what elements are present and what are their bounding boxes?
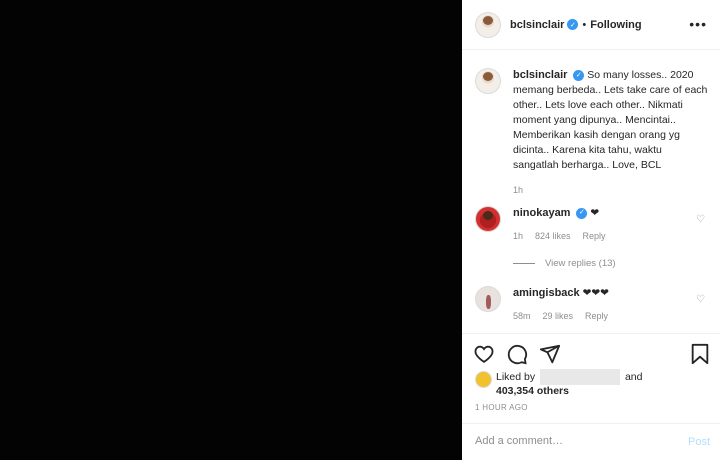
- post-panel: bclsinclair ✓ • Following ••• bclsinclai…: [462, 0, 720, 460]
- liked-by-username-redacted[interactable]: [540, 369, 621, 385]
- caption-username[interactable]: bclsinclair: [513, 69, 567, 81]
- avatar[interactable]: [475, 68, 501, 94]
- heart-icon[interactable]: [473, 343, 495, 365]
- reply-button[interactable]: Reply: [585, 309, 608, 323]
- add-comment-bar: Post: [462, 423, 720, 460]
- posted-time[interactable]: 1 HOUR AGO: [475, 403, 528, 412]
- liked-and-label: and: [624, 370, 643, 383]
- caption-text: So many losses.. 2020 memang berbeda.. L…: [513, 69, 708, 171]
- separator-dot: •: [582, 18, 587, 31]
- following-button[interactable]: Following: [590, 19, 641, 31]
- comment-username[interactable]: amingisback: [513, 287, 580, 299]
- liked-by-label: Liked by: [496, 370, 536, 383]
- comment-like-icon[interactable]: ♡: [696, 294, 706, 305]
- comment-meta: 1h 824 likes Reply: [513, 229, 710, 243]
- post-button[interactable]: Post: [688, 436, 710, 448]
- comment-username[interactable]: ninokayam: [513, 207, 570, 219]
- comment-item: ninokayam ✓ ❤ 1h 824 likes Reply ♡: [475, 206, 710, 243]
- comment-likes[interactable]: 29 likes: [543, 309, 574, 323]
- avatar[interactable]: [475, 286, 501, 312]
- action-bar: Liked by and 403,354 others 1 HOUR AGO: [462, 333, 720, 423]
- verified-icon: ✓: [567, 19, 579, 30]
- caption: bclsinclair ✓ So many losses.. 2020 mema…: [475, 68, 710, 198]
- verified-icon: ✓: [576, 207, 588, 219]
- bookmark-icon[interactable]: [689, 343, 711, 365]
- more-options-icon[interactable]: •••: [689, 17, 707, 31]
- comment-likes[interactable]: 824 likes: [535, 229, 571, 243]
- post-media[interactable]: [0, 0, 462, 460]
- avatar[interactable]: [475, 371, 492, 388]
- comment-input[interactable]: [475, 435, 665, 447]
- post-header: bclsinclair ✓ • Following •••: [462, 0, 720, 50]
- post-username[interactable]: bclsinclair: [510, 19, 564, 31]
- avatar[interactable]: [475, 11, 501, 38]
- avatar[interactable]: [475, 206, 501, 232]
- view-replies-label: View replies (13): [545, 258, 616, 269]
- likes-summary: Liked by and 403,354 others: [475, 369, 696, 398]
- replies-divider: [513, 263, 535, 264]
- comment-meta: 58m 29 likes Reply: [513, 309, 710, 323]
- comment-item: amingisback ❤❤❤ 58m 29 likes Reply ♡: [475, 286, 710, 323]
- action-icons: [473, 343, 561, 365]
- comment-icon[interactable]: [506, 343, 528, 365]
- share-icon[interactable]: [539, 343, 561, 365]
- comment-text: ❤: [590, 207, 600, 219]
- comments-section[interactable]: bclsinclair ✓ So many losses.. 2020 mema…: [462, 51, 720, 333]
- caption-time[interactable]: 1h: [513, 183, 710, 198]
- view-replies-button[interactable]: View replies (13): [513, 258, 616, 269]
- comment-time[interactable]: 1h: [513, 229, 523, 243]
- reply-button[interactable]: Reply: [583, 229, 606, 243]
- comment-text: ❤❤❤: [582, 287, 609, 299]
- comment-like-icon[interactable]: ♡: [696, 214, 706, 225]
- comment-time[interactable]: 58m: [513, 309, 531, 323]
- verified-icon: ✓: [573, 69, 585, 81]
- others-count[interactable]: 403,354 others: [496, 385, 569, 397]
